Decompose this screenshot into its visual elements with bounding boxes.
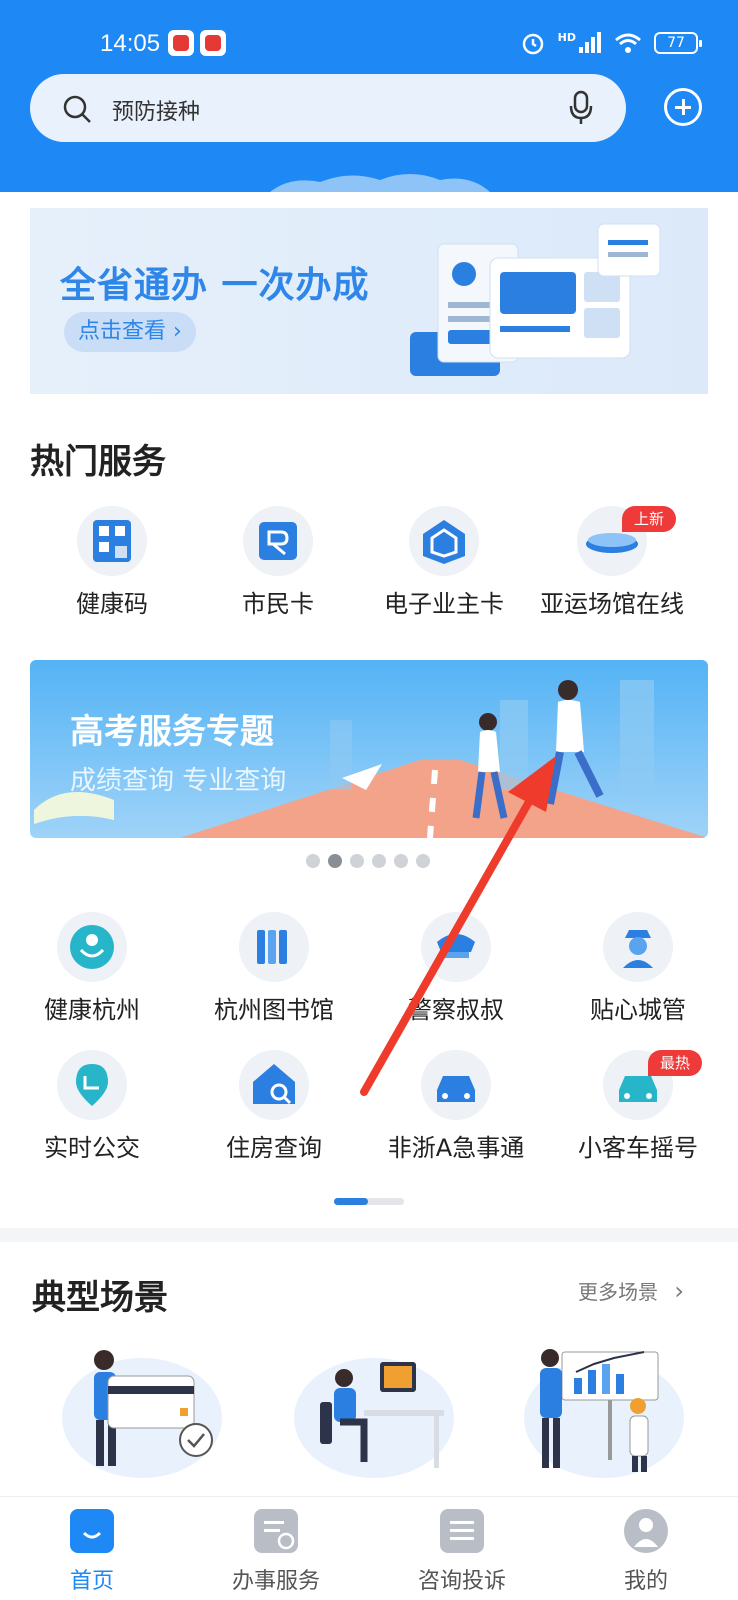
nav-services[interactable]: 办事服务: [206, 1509, 346, 1595]
nav-label: 首页: [69, 1569, 114, 1594]
nav-label: 我的: [623, 1569, 668, 1594]
scene-office[interactable]: [284, 1338, 464, 1488]
nav-label: 办事服务: [231, 1569, 320, 1594]
complaint-icon: [440, 1509, 484, 1553]
nav-home[interactable]: 首页: [22, 1509, 162, 1595]
nav-complaints[interactable]: 咨询投诉: [392, 1509, 532, 1595]
nav-label: 咨询投诉: [417, 1569, 506, 1594]
scenes-title: 典型场景: [32, 1278, 168, 1318]
service-icon: [254, 1509, 298, 1553]
nav-profile[interactable]: 我的: [576, 1509, 716, 1595]
more-scenes-link[interactable]: 更多场景 ›: [578, 1276, 684, 1305]
profile-icon: [624, 1509, 668, 1553]
scene-card-payment[interactable]: [52, 1338, 232, 1488]
section-divider: [0, 1228, 738, 1242]
home-icon: [70, 1509, 114, 1553]
chevron-right-icon: ›: [674, 1277, 684, 1305]
bottom-navigation: 首页 办事服务 咨询投诉 我的: [0, 1496, 738, 1600]
scene-meeting[interactable]: [514, 1338, 694, 1488]
more-scenes-label: 更多场景: [578, 1280, 658, 1304]
